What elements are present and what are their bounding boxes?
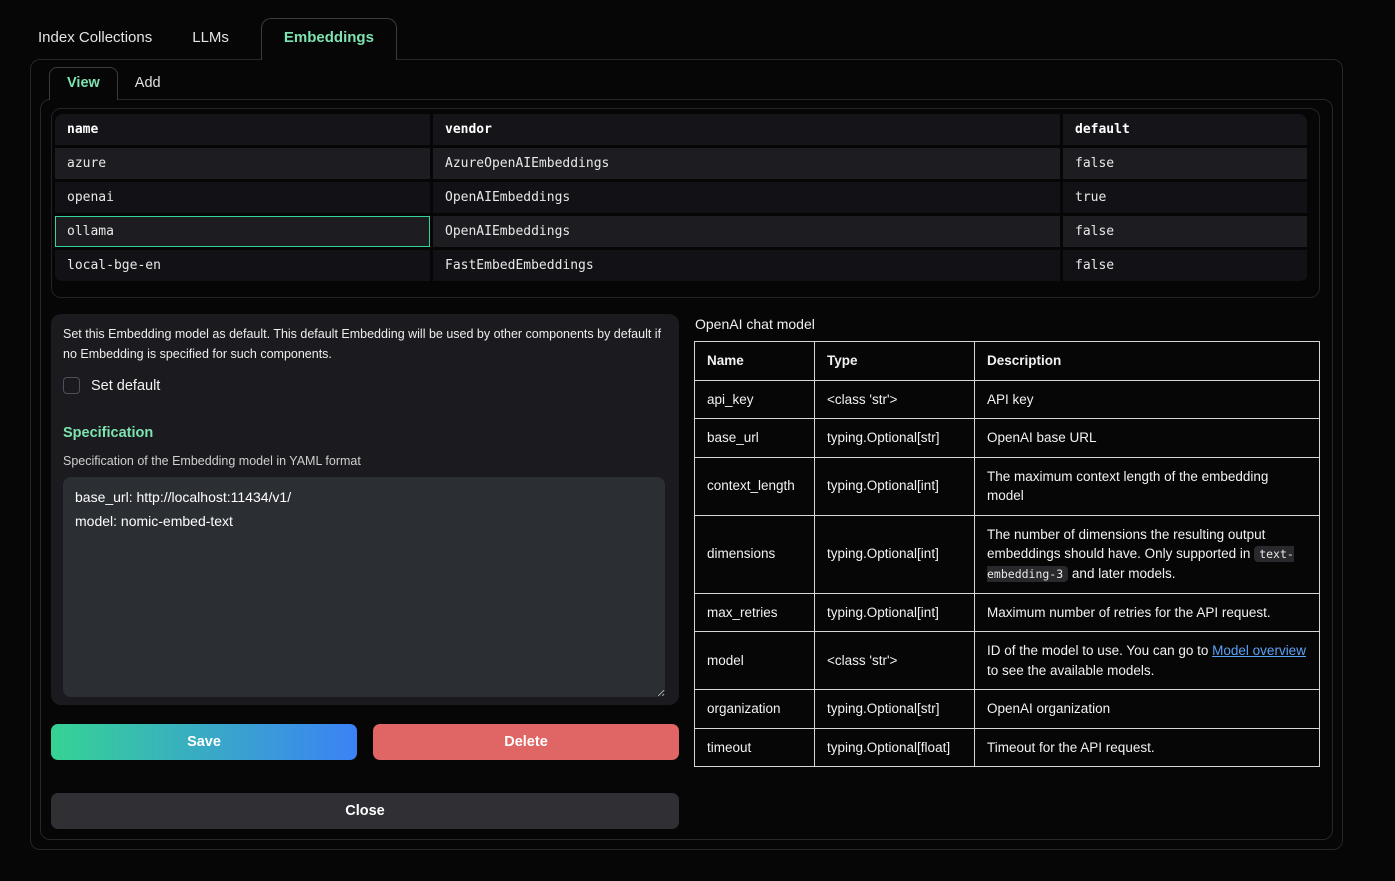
embeddings-table: name vendor default azureAzureOpenAIEmbe… <box>55 114 1307 284</box>
top-tab-bar: Index Collections LLMs Embeddings <box>30 18 1343 60</box>
page: Index Collections LLMs Embeddings View A… <box>0 0 1395 850</box>
tab-add[interactable]: Add <box>118 68 178 100</box>
params-column-header-type: Type <box>815 342 975 381</box>
param-type: typing.Optional[str] <box>815 419 975 458</box>
param-type: typing.Optional[float] <box>815 728 975 767</box>
cell-vendor[interactable]: FastEmbedEmbeddings <box>433 250 1063 284</box>
cell-name[interactable]: ollama <box>55 216 433 250</box>
param-type: typing.Optional[int] <box>815 515 975 593</box>
param-description: OpenAI organization <box>975 690 1320 729</box>
embedding-row-azure[interactable]: azureAzureOpenAIEmbeddingsfalse <box>55 148 1307 182</box>
save-button[interactable]: Save <box>51 724 357 760</box>
tab-embeddings[interactable]: Embeddings <box>261 18 397 60</box>
param-name: model <box>695 632 815 690</box>
edit-card: Set this Embedding model as default. Thi… <box>51 314 679 705</box>
set-default-checkbox[interactable] <box>63 377 80 394</box>
embedding-row-ollama[interactable]: ollamaOpenAIEmbeddingsfalse <box>55 216 1307 250</box>
param-description: ID of the model to use. You can go to Mo… <box>975 632 1320 690</box>
tab-llms[interactable]: LLMs <box>168 19 245 60</box>
param-name: organization <box>695 690 815 729</box>
param-row-api_key: api_key<class 'str'>API key <box>695 380 1320 419</box>
action-buttons: Save Delete <box>51 724 679 760</box>
description-text: and later models. <box>1068 566 1175 581</box>
params-table-header-row: Name Type Description <box>695 342 1320 381</box>
column-header-name: name <box>55 114 433 148</box>
cell-default[interactable]: false <box>1063 148 1307 182</box>
close-button[interactable]: Close <box>51 793 679 829</box>
param-row-organization: organizationtyping.Optional[str]OpenAI o… <box>695 690 1320 729</box>
param-row-context_length: context_lengthtyping.Optional[int]The ma… <box>695 457 1320 515</box>
model-overview-link[interactable]: Model overview <box>1212 643 1306 658</box>
param-description: API key <box>975 380 1320 419</box>
param-name: dimensions <box>695 515 815 593</box>
param-name: api_key <box>695 380 815 419</box>
param-name: base_url <box>695 419 815 458</box>
cell-default[interactable]: false <box>1063 216 1307 250</box>
param-row-timeout: timeouttyping.Optional[float]Timeout for… <box>695 728 1320 767</box>
params-column-header-description: Description <box>975 342 1320 381</box>
description-text: The number of dimensions the resulting o… <box>987 527 1265 562</box>
param-row-model: model<class 'str'>ID of the model to use… <box>695 632 1320 690</box>
description-text: ID of the model to use. You can go to <box>987 643 1212 658</box>
cell-vendor[interactable]: OpenAIEmbeddings <box>433 182 1063 216</box>
param-description: The number of dimensions the resulting o… <box>975 515 1320 593</box>
delete-button[interactable]: Delete <box>373 724 679 760</box>
param-type: <class 'str'> <box>815 380 975 419</box>
specification-helper: Specification of the Embedding model in … <box>63 454 665 468</box>
tab-view[interactable]: View <box>49 67 118 100</box>
params-column-header-name: Name <box>695 342 815 381</box>
embeddings-table-header-row: name vendor default <box>55 114 1307 148</box>
params-column: OpenAI chat model Name Type Description … <box>694 314 1320 829</box>
cell-vendor[interactable]: OpenAIEmbeddings <box>433 216 1063 250</box>
default-description: Set this Embedding model as default. Thi… <box>63 324 663 364</box>
description-text: to see the available models. <box>987 663 1154 678</box>
cell-name[interactable]: azure <box>55 148 433 182</box>
params-table: Name Type Description api_key<class 'str… <box>694 341 1320 767</box>
sub-tab-bar: View Add <box>40 60 1333 100</box>
params-table-body: api_key<class 'str'>API keybase_urltypin… <box>695 380 1320 767</box>
embeddings-panel: View Add name vendor default azureAzureO… <box>30 59 1343 850</box>
edit-column: Set this Embedding model as default. Thi… <box>51 314 679 829</box>
cell-vendor[interactable]: AzureOpenAIEmbeddings <box>433 148 1063 182</box>
detail-area: Set this Embedding model as default. Thi… <box>51 314 1320 829</box>
param-name: context_length <box>695 457 815 515</box>
param-description: OpenAI base URL <box>975 419 1320 458</box>
embedding-row-openai[interactable]: openaiOpenAIEmbeddingstrue <box>55 182 1307 216</box>
params-panel-title: OpenAI chat model <box>695 316 1320 332</box>
param-row-base_url: base_urltyping.Optional[str]OpenAI base … <box>695 419 1320 458</box>
cell-default[interactable]: false <box>1063 250 1307 284</box>
param-name: max_retries <box>695 593 815 632</box>
view-tab-content: name vendor default azureAzureOpenAIEmbe… <box>40 99 1333 840</box>
set-default-row: Set default <box>63 377 665 394</box>
embeddings-table-body: azureAzureOpenAIEmbeddingsfalseopenaiOpe… <box>55 148 1307 284</box>
cell-name[interactable]: openai <box>55 182 433 216</box>
set-default-label: Set default <box>91 378 160 394</box>
param-description: Timeout for the API request. <box>975 728 1320 767</box>
param-name: timeout <box>695 728 815 767</box>
column-header-default: default <box>1063 114 1307 148</box>
param-type: <class 'str'> <box>815 632 975 690</box>
cell-default[interactable]: true <box>1063 182 1307 216</box>
embedding-row-local-bge-en[interactable]: local-bge-enFastEmbedEmbeddingsfalse <box>55 250 1307 284</box>
cell-name[interactable]: local-bge-en <box>55 250 433 284</box>
param-description: Maximum number of retries for the API re… <box>975 593 1320 632</box>
column-header-vendor: vendor <box>433 114 1063 148</box>
param-description: The maximum context length of the embedd… <box>975 457 1320 515</box>
param-row-dimensions: dimensionstyping.Optional[int] The number… <box>695 515 1320 593</box>
embeddings-table-card: name vendor default azureAzureOpenAIEmbe… <box>51 108 1320 298</box>
specification-textarea[interactable]: base_url: http://localhost:11434/v1/ mod… <box>63 477 665 697</box>
param-row-max_retries: max_retriestyping.Optional[int]Maximum n… <box>695 593 1320 632</box>
tab-index-collections[interactable]: Index Collections <box>30 19 168 60</box>
param-type: typing.Optional[int] <box>815 593 975 632</box>
param-type: typing.Optional[int] <box>815 457 975 515</box>
specification-heading: Specification <box>63 425 665 441</box>
param-type: typing.Optional[str] <box>815 690 975 729</box>
